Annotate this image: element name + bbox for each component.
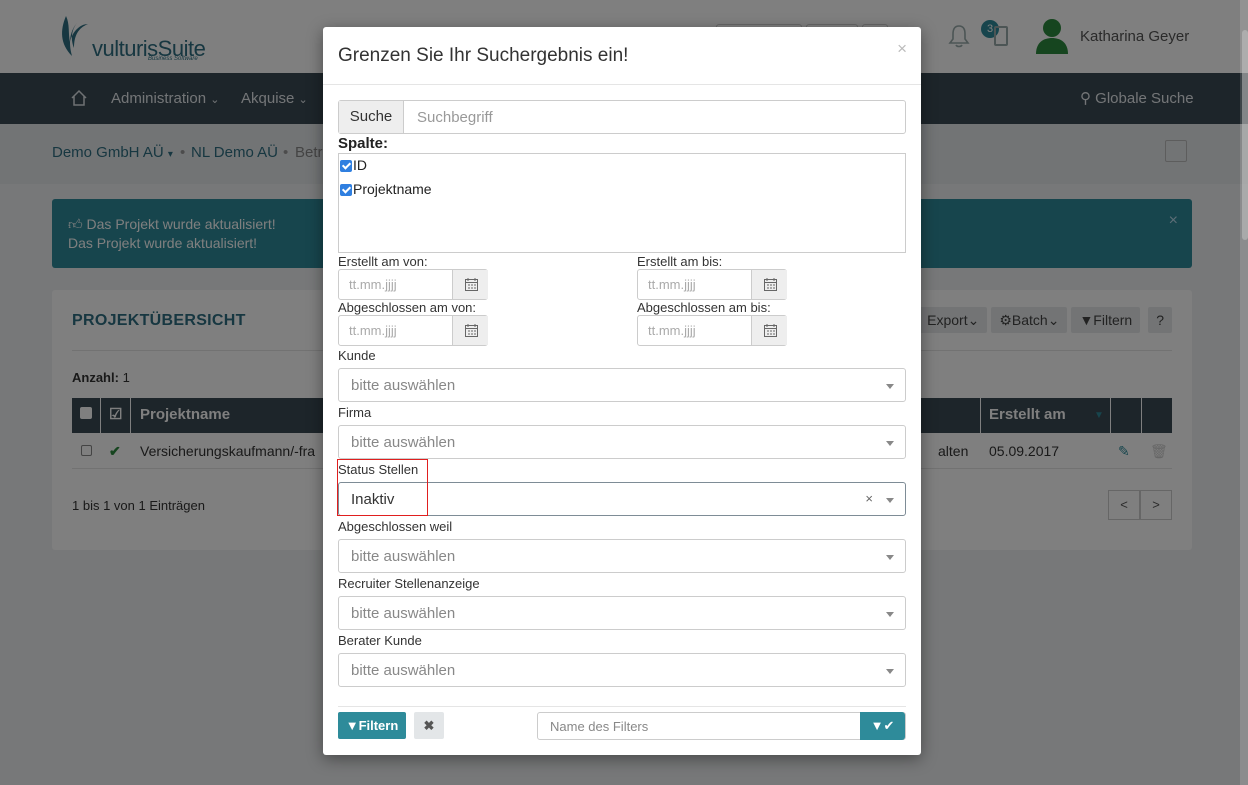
firma-label: Firma: [338, 405, 372, 420]
select-value: bitte auswählen: [351, 434, 456, 451]
closed-from-field: [338, 315, 488, 346]
created-from-label: Erstellt am von:: [338, 254, 428, 269]
clear-icon[interactable]: ×: [865, 491, 873, 506]
filter-name-input[interactable]: [538, 713, 860, 739]
kunde-select[interactable]: bitte auswählen: [338, 368, 906, 402]
columns-list: ID Projektname: [338, 153, 906, 253]
created-from-input[interactable]: [339, 270, 452, 299]
column-option-projektname[interactable]: Projektname: [340, 181, 432, 197]
caret-down-icon: [886, 441, 894, 446]
created-to-label: Erstellt am bis:: [637, 254, 723, 269]
created-from-field: [338, 269, 488, 300]
column-option-id[interactable]: ID: [340, 157, 367, 173]
recruiter-select[interactable]: bitte auswählen: [338, 596, 906, 630]
search-group: Suche: [338, 100, 906, 134]
caret-down-icon: [886, 669, 894, 674]
reset-filter-button[interactable]: ✖: [414, 712, 444, 739]
select-value: bitte auswählen: [351, 605, 456, 622]
berater-kunde-select[interactable]: bitte auswählen: [338, 653, 906, 687]
closed-to-label: Abgeschlossen am bis:: [637, 300, 771, 315]
calendar-button[interactable]: [452, 270, 488, 299]
check-icon: ✔: [883, 718, 895, 733]
filter-modal: Grenzen Sie Ihr Suchergebnis ein! × Such…: [323, 27, 921, 755]
select-value: bitte auswählen: [351, 662, 456, 679]
search-input[interactable]: [405, 101, 905, 133]
closed-to-field: [637, 315, 787, 346]
divider: [338, 706, 906, 707]
filter-icon: ▼: [345, 718, 359, 733]
calendar-icon: [764, 278, 777, 291]
berater-kunde-label: Berater Kunde: [338, 633, 422, 648]
caret-down-icon: [886, 498, 894, 503]
select-value: bitte auswählen: [351, 548, 456, 565]
calendar-icon: [764, 324, 777, 337]
checkbox-checked[interactable]: [340, 160, 352, 172]
calendar-icon: [465, 278, 478, 291]
caret-down-icon: [886, 555, 894, 560]
modal-title: Grenzen Sie Ihr Suchergebnis ein!: [338, 45, 629, 66]
modal-header: Grenzen Sie Ihr Suchergebnis ein! ×: [323, 27, 921, 85]
created-to-field: [637, 269, 787, 300]
caret-down-icon: [886, 384, 894, 389]
highlight-box: [337, 459, 428, 516]
search-addon: Suche: [339, 101, 404, 133]
abgeschlossen-weil-select[interactable]: bitte auswählen: [338, 539, 906, 573]
checkbox-checked[interactable]: [340, 184, 352, 196]
scrollbar-thumb[interactable]: [1242, 30, 1248, 240]
scrollbar[interactable]: [1240, 0, 1248, 785]
filter-name-group: ▼✔: [537, 712, 906, 740]
closed-to-input[interactable]: [638, 316, 751, 345]
apply-filter-button[interactable]: ▼Filtern: [338, 712, 406, 739]
created-to-input[interactable]: [638, 270, 751, 299]
closed-from-input[interactable]: [339, 316, 452, 345]
calendar-button[interactable]: [751, 270, 787, 299]
calendar-button[interactable]: [452, 316, 488, 345]
save-filter-button[interactable]: ▼✔: [860, 712, 905, 740]
kunde-label: Kunde: [338, 348, 376, 363]
close-icon[interactable]: ×: [897, 39, 907, 59]
filter-icon: ▼: [870, 718, 884, 733]
abgeschlossen-weil-label: Abgeschlossen weil: [338, 519, 453, 534]
recruiter-label: Recruiter Stellenanzeige: [338, 576, 480, 591]
select-value: bitte auswählen: [351, 377, 456, 394]
caret-down-icon: [886, 612, 894, 617]
closed-from-label: Abgeschlossen am von:: [338, 300, 477, 315]
firma-select[interactable]: bitte auswählen: [338, 425, 906, 459]
columns-label: Spalte:: [338, 135, 389, 152]
calendar-button[interactable]: [751, 316, 787, 345]
calendar-icon: [465, 324, 478, 337]
